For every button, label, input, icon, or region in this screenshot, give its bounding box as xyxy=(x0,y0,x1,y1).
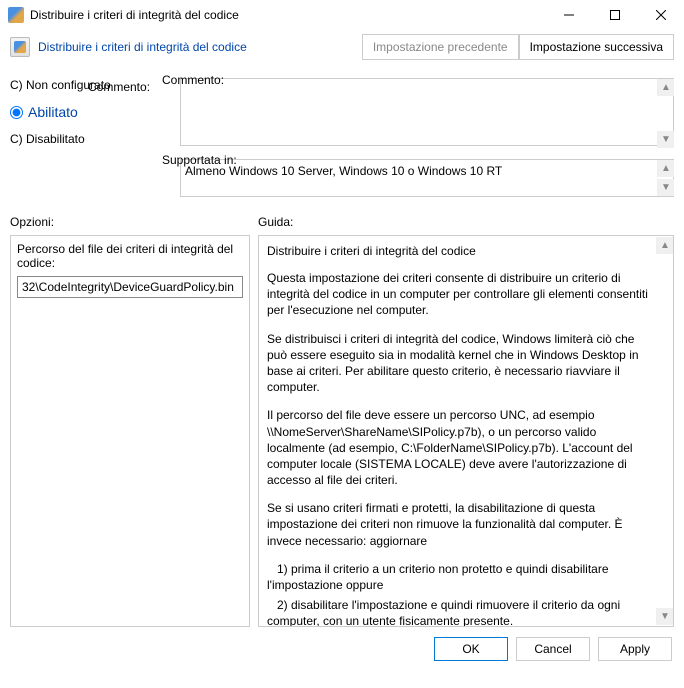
help-paragraph: Se si usano criteri firmati e protetti, … xyxy=(267,500,651,549)
radio-disabled[interactable]: C) Disabilitato xyxy=(10,132,160,146)
close-button[interactable] xyxy=(638,0,684,30)
cancel-button[interactable]: Cancel xyxy=(516,637,590,661)
ok-button[interactable]: OK xyxy=(434,637,508,661)
help-paragraph: Questa impostazione dei criteri consente… xyxy=(267,270,651,319)
radio-enabled-label: Abilitato xyxy=(28,104,78,120)
policy-path-label: Percorso del file dei criteri di integri… xyxy=(17,242,243,270)
help-paragraph: Il percorso del file deve essere un perc… xyxy=(267,407,651,488)
app-icon xyxy=(8,7,24,23)
policy-icon xyxy=(10,37,30,57)
options-section-label: Opzioni: xyxy=(10,215,258,229)
radio-enabled-input[interactable] xyxy=(10,106,23,119)
state-radio-group: C) Non configurato Abilitato C) Disabili… xyxy=(10,78,160,197)
help-title: Distribuire i criteri di integrità del c… xyxy=(267,244,651,258)
dialog-footer: OK Cancel Apply xyxy=(0,627,684,671)
help-paragraph: Se distribuisci i criteri di integrità d… xyxy=(267,331,651,396)
maximize-button[interactable] xyxy=(592,0,638,30)
policy-title: Distribuire i criteri di integrità del c… xyxy=(38,40,362,54)
titlebar: Distribuire i criteri di integrità del c… xyxy=(0,0,684,30)
scroll-down-icon[interactable]: ▼ xyxy=(657,179,674,196)
window-title: Distribuire i criteri di integrità del c… xyxy=(30,8,546,22)
options-panel: Percorso del file dei criteri di integri… xyxy=(10,235,250,627)
radio-enabled[interactable]: Abilitato xyxy=(10,104,160,120)
scroll-up-icon[interactable]: ▲ xyxy=(656,237,673,254)
supported-on-label: Supportata in: xyxy=(162,153,237,167)
subheader: Distribuire i criteri di integrità del c… xyxy=(0,30,684,68)
radio-disabled-label: C) Disabilitato xyxy=(10,132,85,146)
help-subitem: 2) disabilitare l'impostazione e quindi … xyxy=(267,597,651,627)
minimize-button[interactable] xyxy=(546,0,592,30)
scroll-up-icon[interactable]: ▲ xyxy=(657,79,674,96)
policy-path-input[interactable] xyxy=(17,276,243,298)
scroll-down-icon[interactable]: ▼ xyxy=(656,608,673,625)
scroll-up-icon[interactable]: ▲ xyxy=(657,160,674,177)
help-panel: ▲ ▼ Distribuire i criteri di integrità d… xyxy=(258,235,674,627)
comment-label: Commento: xyxy=(88,78,160,94)
previous-setting-button[interactable]: Impostazione precedente xyxy=(362,34,519,60)
comment-textarea[interactable] xyxy=(180,78,674,146)
help-subitem: 1) prima il criterio a un criterio non p… xyxy=(267,561,651,593)
apply-button[interactable]: Apply xyxy=(598,637,672,661)
guide-section-label: Guida: xyxy=(258,215,293,229)
scroll-down-icon[interactable]: ▼ xyxy=(657,131,674,148)
comment-label-vis: Commento: xyxy=(162,73,224,87)
next-setting-button[interactable]: Impostazione successiva xyxy=(519,34,674,60)
supported-on-box: Almeno Windows 10 Server, Windows 10 o W… xyxy=(180,159,674,197)
